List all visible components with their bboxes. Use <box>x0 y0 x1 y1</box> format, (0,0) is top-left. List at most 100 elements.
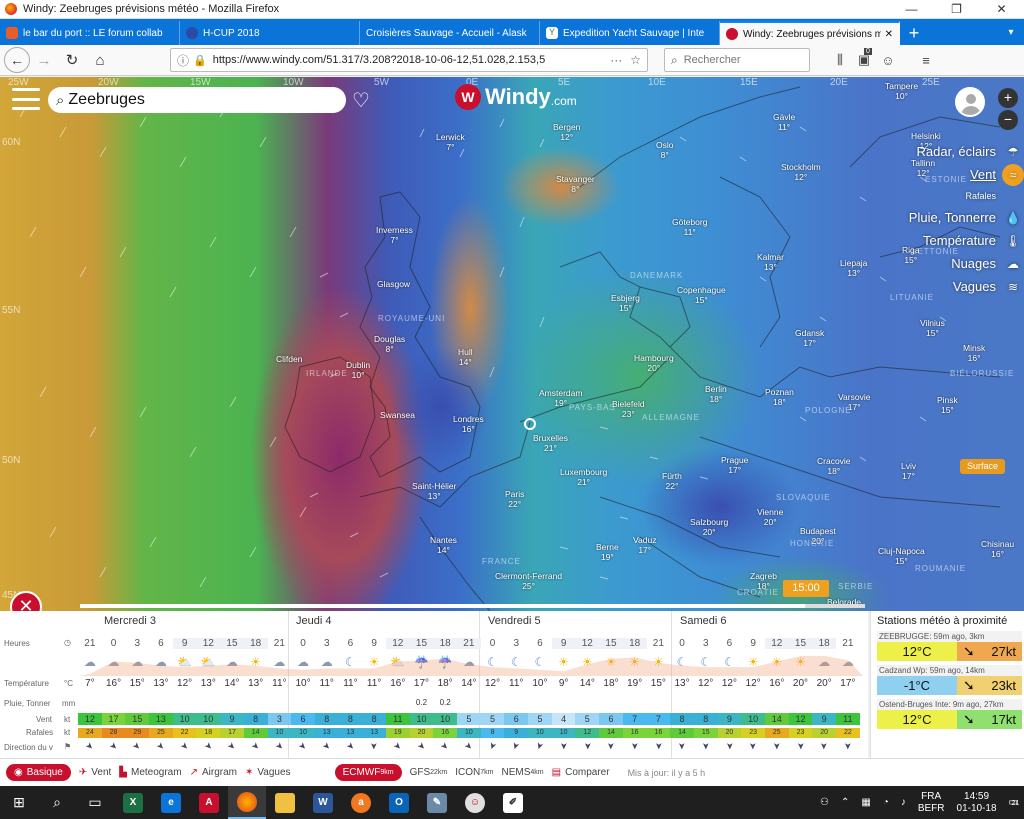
chat-icon[interactable]: ☺ <box>456 786 494 819</box>
city-label[interactable]: Amsterdam 19° <box>539 388 582 408</box>
firefox-taskbar-icon[interactable] <box>228 786 266 819</box>
location-search-value[interactable]: Zeebruges <box>68 91 145 109</box>
compare-button[interactable]: ▤ Comparer <box>552 767 610 778</box>
ecmwf-model-button[interactable]: ECMWF 9km <box>334 764 402 781</box>
word-icon[interactable]: W <box>304 786 342 819</box>
city-label[interactable]: Inverness 7° <box>376 225 413 245</box>
city-label[interactable]: Bruxelles 21° <box>533 433 568 453</box>
city-label[interactable]: Stockholm 12° <box>781 162 821 182</box>
city-label[interactable]: Göteborg 11° <box>672 217 707 237</box>
city-label[interactable]: Oslo 8° <box>656 140 673 160</box>
home-button[interactable]: ⌂ <box>86 48 114 72</box>
forward-button[interactable]: → <box>30 48 58 72</box>
start-button[interactable]: ⊞ <box>0 786 38 819</box>
surface-level-button[interactable]: Surface <box>960 459 1006 474</box>
clock[interactable]: 14:59 01-10-18 <box>957 791 997 815</box>
tab-h-cup[interactable]: H-CUP 2018 <box>180 21 360 45</box>
city-label[interactable]: Clifden <box>276 354 302 364</box>
tab-croisieres[interactable]: Croisières Sauvage - Accueil - Alask <box>360 21 540 45</box>
menu-icon[interactable]: ≡ <box>914 53 938 68</box>
city-label[interactable]: Vienne 20° <box>757 507 783 527</box>
maximize-button[interactable]: ❐ <box>934 2 979 16</box>
city-label[interactable]: Salzbourg 20° <box>690 517 728 537</box>
account-icon[interactable]: ☺ <box>876 53 900 68</box>
layer-radar[interactable]: Radar, éclairs ☂ <box>854 140 1024 163</box>
info-icon[interactable]: ⓘ <box>177 52 189 69</box>
city-label[interactable]: Varsovie 17° <box>838 392 870 412</box>
city-label[interactable]: Cracovie 18° <box>817 456 851 476</box>
city-label[interactable]: Poznan 18° <box>765 387 794 407</box>
wifi-icon[interactable]: ◔ <box>883 797 889 808</box>
city-label[interactable]: Minsk 16° <box>963 343 985 363</box>
city-label[interactable]: Swansea <box>380 410 415 420</box>
city-label[interactable]: Fürth 22° <box>662 471 682 491</box>
city-label[interactable]: Saint-Hélier 13° <box>412 481 456 501</box>
avast-icon[interactable]: a <box>342 786 380 819</box>
city-label[interactable]: Berne 19° <box>596 542 619 562</box>
city-label[interactable]: Glasgow <box>377 279 410 289</box>
city-label[interactable]: Hull 14° <box>458 347 473 367</box>
layer-clouds[interactable]: Nuages ☁ <box>854 252 1024 275</box>
gfs-model-button[interactable]: GFS 22km <box>410 767 448 778</box>
back-button[interactable]: ← <box>4 47 30 73</box>
tab-windy[interactable]: Windy: Zeebruges prévisions m ✕ <box>720 21 900 45</box>
lock-icon[interactable]: 🔒 <box>193 54 207 67</box>
city-label[interactable]: Budapest 20° <box>800 526 836 546</box>
task-view-icon[interactable]: ▭ <box>76 786 114 819</box>
windy-logo[interactable]: W Windy .com <box>455 84 577 110</box>
notepad-icon[interactable]: ✎ <box>418 786 456 819</box>
time-badge[interactable]: 15:00 <box>783 580 829 597</box>
layer-waves[interactable]: Vagues ≋ <box>854 275 1024 298</box>
city-label[interactable]: Cluj-Napoca 15° <box>878 546 925 566</box>
city-label[interactable]: Vilnius 15° <box>920 318 945 338</box>
city-label[interactable]: Chisinau 16° <box>981 539 1014 559</box>
city-label[interactable]: Hambourg 20° <box>634 353 674 373</box>
new-tab-button[interactable]: + <box>900 21 928 45</box>
city-label[interactable]: Esbjerg 15° <box>611 293 640 313</box>
city-label[interactable]: Lerwick 7° <box>436 132 465 152</box>
city-label[interactable]: Nantes 14° <box>430 535 457 555</box>
icon-model-button[interactable]: ICON 7km <box>455 767 493 778</box>
city-label[interactable]: Clermont-Ferrand 25° <box>495 571 562 591</box>
edge-icon[interactable]: e <box>152 786 190 819</box>
tab-list-icon[interactable]: ▾ <box>998 21 1024 45</box>
city-label[interactable]: Stavanger 8° <box>556 174 595 194</box>
user-avatar[interactable] <box>955 87 985 117</box>
favorite-heart-icon[interactable]: ♡ <box>352 88 370 113</box>
vagues-tab[interactable]: ✶ Vagues <box>245 767 291 778</box>
layer-wind[interactable]: Vent ≈ <box>854 163 1024 186</box>
city-label[interactable]: Gävle 11° <box>773 112 795 132</box>
notifications-icon[interactable]: ▭ 21 <box>1009 797 1020 808</box>
city-label[interactable]: Paris 22° <box>505 489 524 509</box>
people-icon[interactable]: ⚇ <box>820 797 829 808</box>
city-label[interactable]: Pinsk 15° <box>937 395 958 415</box>
city-label[interactable]: Prague 17° <box>721 455 748 475</box>
language-indicator[interactable]: FRA BEFR <box>918 791 945 815</box>
zoom-in-button[interactable]: + <box>998 88 1018 108</box>
city-label[interactable]: Lviv 17° <box>901 461 916 481</box>
location-search-input[interactable]: ⌕ Zeebruges <box>48 87 346 113</box>
tab-bar-du-port[interactable]: le bar du port :: LE forum collab <box>0 21 180 45</box>
city-label[interactable]: Kalmar 13° <box>757 252 784 272</box>
url-bar[interactable]: ⓘ 🔒 https://www.windy.com/51.317/3.208?2… <box>170 48 648 72</box>
volume-icon[interactable]: ♪ <box>901 797 906 808</box>
reload-button[interactable]: ↻ <box>58 48 86 72</box>
search-bar[interactable]: ⌕ Rechercher <box>664 48 810 72</box>
city-label[interactable]: Copenhague 15° <box>677 285 726 305</box>
city-label[interactable]: Zagreb 18° <box>750 571 777 591</box>
excel-icon[interactable]: X <box>114 786 152 819</box>
city-label[interactable]: Dublin 10° <box>346 360 370 380</box>
library-icon[interactable]: ⫼ <box>828 52 852 68</box>
city-label[interactable]: Tampere 10° <box>885 81 918 101</box>
city-label[interactable]: Vaduz 17° <box>633 535 656 555</box>
nems-model-button[interactable]: NEMS 4km <box>502 767 544 778</box>
app-icon[interactable]: ✐ <box>494 786 532 819</box>
search-taskbar-icon[interactable]: ⌕ <box>38 786 76 819</box>
layer-gusts[interactable]: Rafales <box>854 186 1024 206</box>
city-label[interactable]: Bergen 12° <box>553 122 580 142</box>
close-tab-icon[interactable]: ✕ <box>885 29 893 40</box>
city-label[interactable]: Douglas 8° <box>374 334 405 354</box>
city-label[interactable]: Berlin 18° <box>705 384 727 404</box>
network-icon[interactable]: ▦ <box>861 797 870 808</box>
station-card[interactable]: Ostend-Bruges Inte: 9m ago, 27km 12°C ➘ 17… <box>877 699 1022 729</box>
